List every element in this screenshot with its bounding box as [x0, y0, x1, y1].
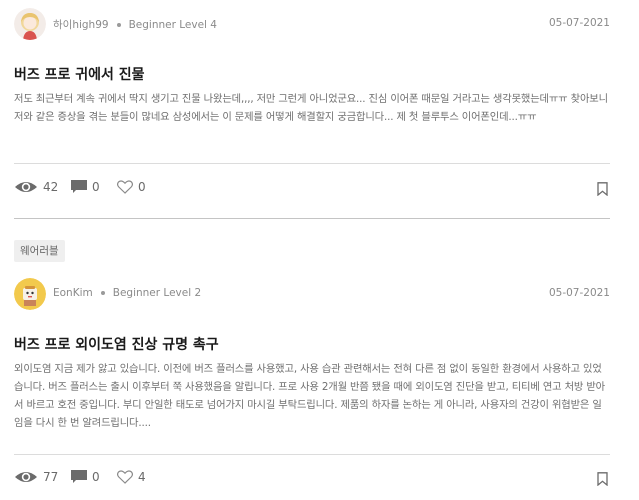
post-date: 05-07-2021 — [548, 17, 610, 29]
divider — [14, 454, 610, 455]
heart-icon — [117, 180, 133, 194]
likes-stat[interactable]: 4 — [117, 470, 146, 484]
views-stat: 77 — [14, 470, 58, 484]
views-count: 77 — [43, 470, 59, 484]
author-level: Beginner Level 4 — [128, 18, 217, 31]
post-meta: 하이high99 Beginner Level 4 05-07-2021 — [14, 8, 610, 40]
post-excerpt[interactable]: 외이도염 지금 제가 앓고 있습니다. 이전에 버즈 플러스를 사용했고, 사용… — [14, 360, 610, 432]
post-title[interactable]: 버즈 프로 외이도염 진상 규명 촉구 — [14, 334, 219, 354]
comments-count: 0 — [92, 470, 100, 484]
avatar[interactable] — [14, 8, 46, 40]
heart-icon — [117, 470, 133, 484]
comments-stat[interactable]: 0 — [71, 470, 100, 484]
post-date: 05-07-2021 — [548, 287, 610, 299]
post-actions: 42 0 0 — [14, 180, 610, 200]
post-meta: EonKim Beginner Level 2 05-07-2021 — [14, 278, 610, 310]
divider — [14, 163, 610, 164]
author-name[interactable]: EonKim — [53, 287, 93, 299]
separator-dot — [116, 22, 121, 27]
comment-icon — [71, 180, 87, 193]
post-separator — [14, 218, 610, 219]
author-level: Beginner Level 2 — [112, 287, 202, 299]
bookmark-button[interactable] — [597, 471, 608, 490]
post-excerpt[interactable]: 저도 최근부터 계속 귀에서 딱지 생기고 진물 나왔는데,,,, 저만 그런게… — [14, 90, 610, 126]
bookmark-icon — [597, 182, 608, 197]
separator-dot — [100, 291, 105, 295]
eye-icon — [15, 472, 37, 482]
avatar[interactable] — [14, 278, 46, 310]
likes-count: 4 — [138, 470, 146, 484]
views-count: 42 — [43, 180, 59, 194]
avatar-image — [14, 8, 46, 40]
bookmark-icon — [597, 472, 608, 487]
post-actions: 77 0 4 — [14, 470, 610, 490]
comments-count: 0 — [92, 180, 100, 194]
bookmark-button[interactable] — [597, 181, 608, 200]
likes-stat[interactable]: 0 — [117, 180, 146, 194]
eye-icon — [15, 182, 37, 192]
comment-icon — [71, 470, 87, 483]
views-stat: 42 — [14, 180, 58, 194]
author-info: EonKim Beginner Level 2 — [53, 287, 201, 299]
post-title[interactable]: 버즈 프로 귀에서 진물 — [14, 64, 145, 84]
comments-stat[interactable]: 0 — [71, 180, 100, 194]
likes-count: 0 — [138, 180, 146, 194]
avatar-image — [14, 278, 46, 310]
category-tag[interactable]: 웨어러블 — [14, 240, 65, 262]
author-info: 하이high99 Beginner Level 4 — [53, 17, 217, 32]
author-name[interactable]: 하이high99 — [53, 17, 109, 32]
